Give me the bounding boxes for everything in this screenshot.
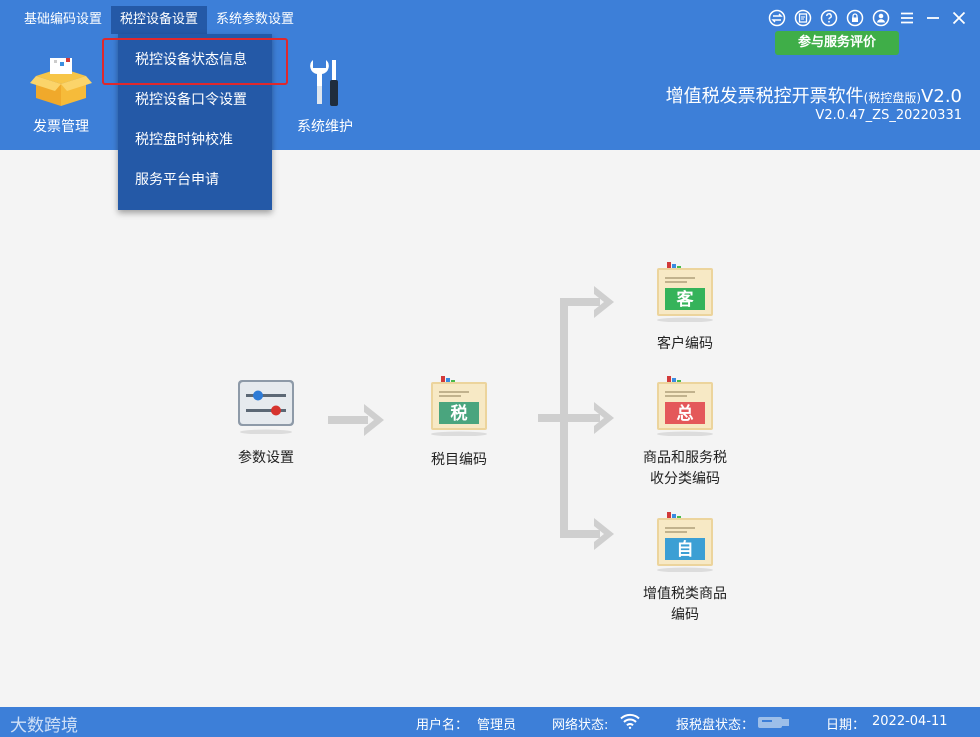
user-label: 用户名： <box>416 718 469 733</box>
usb-disk-icon <box>758 717 789 728</box>
flow-arrow-icon <box>328 404 384 436</box>
menu-icon[interactable] <box>897 8 916 27</box>
node-caption: 增值税类商品 <box>643 586 727 602</box>
disk-status-label: 报税盘状态： <box>676 718 755 733</box>
invoice-management-tool[interactable]: 发票管理 <box>28 56 94 136</box>
feedback-icon[interactable] <box>793 8 812 27</box>
svg-text:自: 自 <box>677 539 694 560</box>
flow-node-customer[interactable]: 客 客户编码 <box>640 262 730 355</box>
svg-text:客: 客 <box>676 289 695 310</box>
tool-label: 系统维护 <box>297 119 353 135</box>
menu-system-params[interactable]: 系统参数设置 <box>207 6 303 34</box>
app-version: V2.0.47_ZS_20220331 <box>815 108 962 123</box>
tax-device-dropdown: 税控设备状态信息 税控设备口令设置 税控盘时钟校准 服务平台申请 <box>118 34 272 210</box>
app-title: 增值税发票税控开票软件(税控盘版)V2.0 <box>665 86 962 107</box>
tool-label: 发票管理 <box>33 119 89 135</box>
box-icon <box>30 58 92 106</box>
status-bar: 大数跨境 用户名： 管理员 网络状态: 报税盘状态： 日期： 2022-04-1… <box>0 707 980 737</box>
customer-book-icon: 客 <box>657 262 713 323</box>
help-icon[interactable] <box>819 8 838 27</box>
user-icon[interactable] <box>871 8 890 27</box>
node-caption: 收分类编码 <box>650 471 720 487</box>
user-value: 管理员 <box>477 718 517 733</box>
system-maintenance-tool[interactable]: 系统维护 <box>290 58 360 136</box>
window-controls <box>767 8 968 27</box>
vat-book-icon: 自 <box>657 512 713 573</box>
node-caption: 商品和服务税 <box>643 450 727 466</box>
menu-tax-device[interactable]: 税控设备设置 <box>111 6 208 34</box>
branch-arrows-icon <box>538 286 614 550</box>
flow-node-params[interactable]: 参数设置 <box>226 378 306 469</box>
service-rating-button[interactable]: 参与服务评价 <box>775 31 899 55</box>
node-caption: 编码 <box>671 607 699 623</box>
dropdown-item-device-status[interactable]: 税控设备状态信息 <box>118 40 272 80</box>
node-caption: 税目编码 <box>431 452 487 468</box>
node-caption: 客户编码 <box>657 336 713 352</box>
flow-node-goods-services[interactable]: 总 商品和服务税 收分类编码 <box>630 376 740 490</box>
dropdown-item-service-platform[interactable]: 服务平台申请 <box>118 160 272 200</box>
date-label: 日期： <box>826 718 866 733</box>
brand-watermark: 大数跨境 <box>10 716 78 736</box>
wifi-icon <box>620 713 640 729</box>
close-icon[interactable] <box>949 8 968 27</box>
svg-text:税: 税 <box>451 403 468 424</box>
menu-basic-coding[interactable]: 基础编码设置 <box>0 6 111 34</box>
svg-text:总: 总 <box>677 403 694 424</box>
dropdown-item-device-password[interactable]: 税控设备口令设置 <box>118 80 272 120</box>
dropdown-item-clock-calibration[interactable]: 税控盘时钟校准 <box>118 120 272 160</box>
wrench-icon <box>310 60 338 106</box>
network-label: 网络状态: <box>552 718 609 733</box>
flow-node-vat-goods[interactable]: 自 增值税类商品 编码 <box>630 512 740 626</box>
switch-icon[interactable] <box>767 8 786 27</box>
lock-icon[interactable] <box>845 8 864 27</box>
date-value: 2022-04-11 <box>872 714 948 729</box>
minimize-icon[interactable] <box>923 8 942 27</box>
settings-sliders-icon <box>238 380 294 435</box>
menu-bar: 基础编码设置 税控设备设置 系统参数设置 <box>0 6 303 34</box>
flow-node-tax-items[interactable]: 税 税目编码 <box>418 376 500 471</box>
node-caption: 参数设置 <box>238 450 294 466</box>
goods-book-icon: 总 <box>657 376 713 437</box>
tax-book-icon: 税 <box>431 376 487 437</box>
